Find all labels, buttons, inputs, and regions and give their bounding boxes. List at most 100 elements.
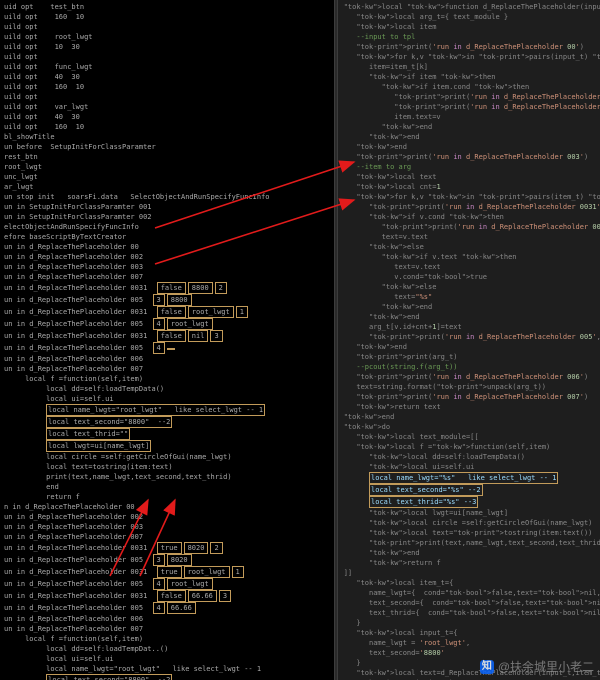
code-line: print(text,name_lwgt,text_second,text_th… [4,472,330,482]
code-line: rest_btn [4,152,330,162]
code-line: text=string.format("tok-print">unpack(ar… [344,382,594,392]
code-line: local text=tostring(item:text) [4,462,330,472]
code-line: n in d_ReplaceThePlaceholder 00 [4,502,330,512]
code-line: "tok-kw">if item.cond "tok-kw">then [344,82,594,92]
code-line: local ui=self.ui [4,654,330,664]
code-line: "tok-kw">end [344,132,594,142]
code-line: uild opt [4,22,330,32]
code-line: uid opt test_btn [4,2,330,12]
code-line: electObjectAndRunSpecifyFuncInfo [4,222,330,232]
code-line: un in d_ReplaceThePlaceholder 003 [4,262,330,272]
code-line: "tok-kw">local cnt=1 [344,182,594,192]
code-line: un in d_ReplaceThePlaceholder 006 [4,614,330,624]
code-line: item.text=v [344,112,594,122]
code-line: "tok-kw">local text="tok-print">tostring… [344,528,594,538]
code-line: "tok-kw">return text [344,402,594,412]
code-line: un before SetupInitForClassParamter [4,142,330,152]
code-line: "tok-kw">do [344,422,594,432]
highlighted-line: local text_second="8800" --2 [4,416,330,428]
code-line: name_lwgt={ cond="tok-bool">false,text="… [344,588,594,598]
code-line: "tok-kw">for k,v "tok-kw">in "tok-print"… [344,192,594,202]
comment-line: --item to arg [344,162,594,172]
code-line: local f =function(self,item) [4,374,330,384]
left-pane: uid opt test_btnuild opt 160 10uild optu… [0,0,334,680]
code-line: un in d_ReplaceThePlaceholder 007 [4,532,330,542]
comment-line: --input to tpl [344,32,594,42]
code-line: ar_lwgt [4,182,330,192]
code-line: "tok-kw">local input_t={ [344,628,594,638]
code-line: "tok-kw">else [344,282,594,292]
code-line: "tok-print">print('run in d_ReplaceThePl… [344,332,594,342]
code-line: "tok-kw">end [344,548,594,558]
code-line: "tok-kw">local text [344,172,594,182]
code-line: uild opt func_lwgt [4,62,330,72]
highlighted-line: local text_thrid="" [4,428,330,440]
code-line: "tok-kw">local item [344,22,594,32]
code-line: uild opt 160 10 [4,12,330,22]
code-line: local ui=self.ui [4,394,330,404]
code-line: uild opt 40 30 [4,72,330,82]
code-line: un in d_ReplaceThePlaceholder 002 [4,512,330,522]
code-line: uild opt 160 10 [4,122,330,132]
output-row: un in d_ReplaceThePlaceholder 0031 false… [4,330,330,342]
code-line: "tok-kw">for k,v "tok-kw">in "tok-print"… [344,52,594,62]
zhihu-icon: 知 [480,660,494,674]
code-line: efore baseScriptByTextCreator [4,232,330,242]
code-line: "tok-kw">local f ="tok-kw">function(self… [344,442,594,452]
code-line: "tok-print">print('run in d_ReplaceThePl… [344,392,594,402]
code-line: uild opt [4,52,330,62]
code-line: uild opt [4,92,330,102]
code-line: local circle =self:getCircleOfGui(name_l… [4,452,330,462]
right-pane: "tok-kw">local "tok-kw">function d_Repla… [338,0,600,680]
code-line: un in SetupInitForClassParamter 002 [4,212,330,222]
code-line: unc_lwgt [4,172,330,182]
code-line: "tok-kw">if v.text "tok-kw">then [344,252,594,262]
code-line: "tok-kw">local dd=self:loadTempData() [344,452,594,462]
output-row: un in d_ReplaceThePlaceholder 005 38800 [4,294,330,306]
code-line: un in d_ReplaceThePlaceholder 006 [4,354,330,364]
code-line: local f =function(self,item) [4,634,330,644]
code-line: local name_lwgt="root_lwgt" like select_… [4,664,330,674]
output-row: un in d_ReplaceThePlaceholder 0031 true8… [4,542,330,554]
code-line: "tok-print">print('run in d_ReplaceThePl… [344,202,594,212]
code-line: "tok-kw">local lwgt=ui[name_lwgt] [344,508,594,518]
code-line: local dd=self:loadTempData() [4,384,330,394]
code-line: text_second='8800' [344,648,594,658]
output-row: un in d_ReplaceThePlaceholder 0031 false… [4,306,330,318]
code-line: text=v.text [344,232,594,242]
output-row: un in d_ReplaceThePlaceholder 0031 truer… [4,566,330,578]
code-line: "tok-print">print('run in d_ReplaceThePl… [344,92,594,102]
output-row: un in d_ReplaceThePlaceholder 005 38020 [4,554,330,566]
code-line: "tok-kw">end [344,412,594,422]
code-line: "tok-kw">local item_t={ [344,578,594,588]
code-line: "tok-kw">end [344,312,594,322]
code-line: "tok-kw">end [344,302,594,312]
code-line: un in d_ReplaceThePlaceholder 003 [4,522,330,532]
code-line: text_second={ cond="tok-bool">false,text… [344,598,594,608]
code-line: "tok-kw">local text_module=[[ [344,432,594,442]
code-line: arg_t[v.id+cnt+1]=text [344,322,594,332]
highlighted-line: local name_lwgt="root_lwgt" like select_… [4,404,330,416]
comment-line: --pcout(string.f(arg_t)) [344,362,594,372]
code-line: "tok-kw">end [344,122,594,132]
code-line: } [344,618,594,628]
highlighted-template-line: local text_second="%s" --2 [344,484,594,496]
code-line: "tok-kw">end [344,342,594,352]
code-line: "tok-kw">end [344,142,594,152]
code-line: "tok-kw">local "tok-kw">function d_Repla… [344,2,594,12]
watermark: 知 @扶余城里小老二 [480,660,594,674]
code-line: un stop init soarsFi.data SelectObjectAn… [4,192,330,202]
code-line: un in d_ReplaceThePlaceholder 007 [4,624,330,634]
code-line: "tok-kw">local arg_t={ text_module } [344,12,594,22]
code-line: "tok-kw">if item "tok-kw">then [344,72,594,82]
code-line: text=v.text [344,262,594,272]
code-line: "tok-print">print(text,name_lwgt,text_se… [344,538,594,548]
code-line: "tok-kw">return f [344,558,594,568]
output-row: un in d_ReplaceThePlaceholder 005 466.66 [4,602,330,614]
highlighted-template-line: local name_lwgt="%s" like select_lwgt --… [344,472,594,484]
code-line: v.cond="tok-bool">true [344,272,594,282]
code-line: text="%s" [344,292,594,302]
highlighted-template-line: local text_thrid="%s" --3 [344,496,594,508]
code-line: "tok-print">print('run in d_ReplaceThePl… [344,42,594,52]
code-line: "tok-print">print('run in d_ReplaceThePl… [344,222,594,232]
